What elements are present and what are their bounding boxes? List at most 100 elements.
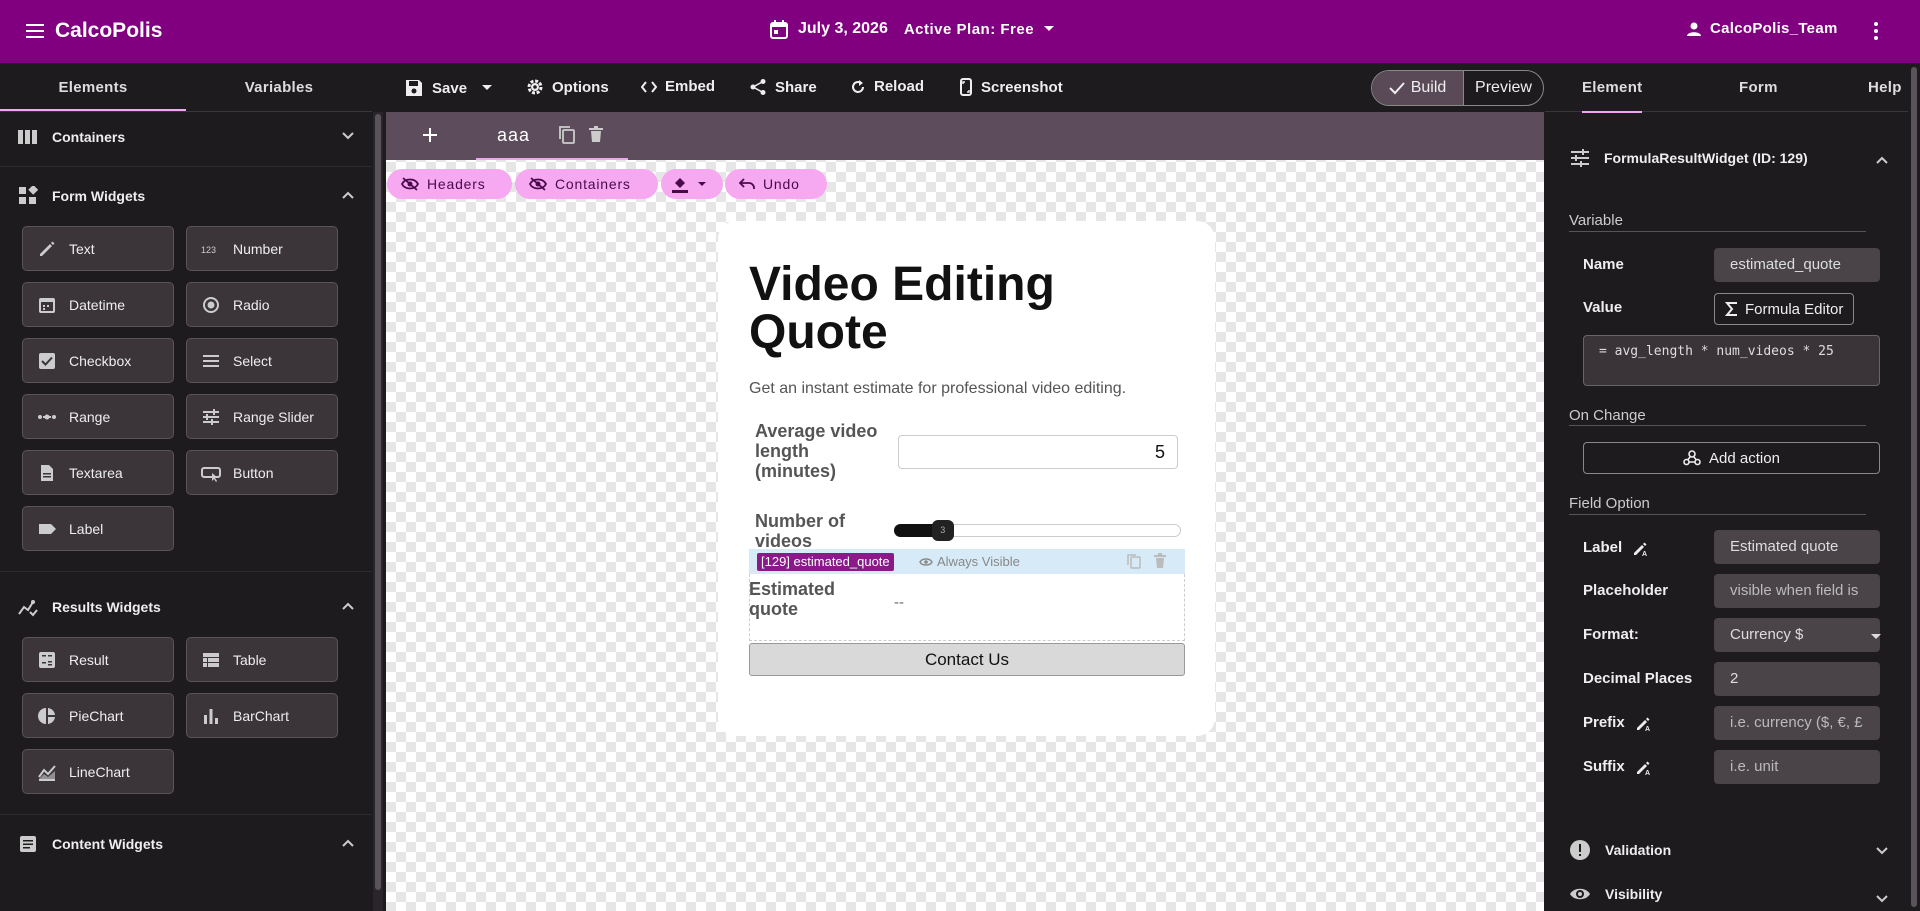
widget-barchart[interactable]: BarChart [186,693,338,738]
delete-icon[interactable] [588,125,604,143]
save-icon [404,78,424,98]
prefix-label: Prefix [1583,714,1625,731]
selected-widget-bar[interactable]: [129] estimated_quote Always Visible [749,549,1185,574]
page-tab[interactable]: aaa [476,112,628,160]
chevron-up-icon[interactable] [341,836,355,850]
reload-button[interactable]: Reload [850,78,924,95]
placeholder-input[interactable]: visible when field is [1714,574,1880,608]
app-title: CalcoPolis [55,19,163,42]
tab-elements[interactable]: Elements [0,63,186,111]
scrollbar-thumb[interactable] [375,114,381,890]
widget-barchart-label: BarChart [233,707,290,724]
build-button[interactable]: Build [1372,71,1464,105]
button-icon [201,463,221,483]
divider [0,166,372,167]
preview-button[interactable]: Preview [1464,71,1543,105]
user-menu[interactable]: CalcoPolis_Team [1686,20,1838,37]
section-results-widgets[interactable]: Results Widgets [0,582,372,632]
suffix-input[interactable]: i.e. unit [1714,750,1880,784]
share-button[interactable]: Share [749,78,817,96]
undo-label: Undo [763,176,800,192]
tab-form[interactable]: Form [1739,79,1778,96]
widget-select[interactable]: Select [186,338,338,383]
widget-textarea[interactable]: Textarea [22,450,174,495]
calendar-icon[interactable] [768,18,790,40]
sliders-icon [201,407,221,427]
format-select[interactable]: Currency $ [1714,618,1880,652]
delete-icon[interactable] [1153,553,1167,569]
formula-editor-label: Formula Editor [1745,300,1844,318]
color-fill-chip[interactable] [661,169,723,199]
widget-linechart[interactable]: LineChart [22,749,174,794]
menu-icon[interactable] [24,20,46,42]
widget-button[interactable]: Button [186,450,338,495]
chevron-up-icon[interactable] [341,188,355,202]
screenshot-button[interactable]: Screenshot [959,78,1063,96]
formula-editor-button[interactable]: Formula Editor [1714,293,1854,325]
left-panel-scrollbar[interactable] [373,112,383,911]
widget-checkbox[interactable]: Checkbox [22,338,174,383]
add-page-icon[interactable] [420,125,440,145]
tune-icon [1570,149,1590,167]
label-input[interactable]: Estimated quote [1714,530,1880,564]
widget-radio[interactable]: Radio [186,282,338,327]
widget-datetime[interactable]: Datetime [22,282,174,327]
toggle-containers-chip[interactable]: Containers [515,169,658,199]
current-date[interactable]: July 3, 2026 [798,20,888,38]
section-containers-label: Containers [52,129,126,145]
formula-textarea[interactable]: = avg_length * num_videos * 25 [1583,335,1880,386]
widget-range[interactable]: Range [22,394,174,439]
widget-result[interactable]: Result [22,637,174,682]
active-plan[interactable]: Active Plan: Free [904,21,1034,38]
edit-translate-icon[interactable]: A [1632,540,1650,556]
chevron-down-icon[interactable] [1875,892,1889,906]
decimal-places-input[interactable]: 2 [1714,662,1880,696]
prefix-input[interactable]: i.e. currency ($, €, £ [1714,706,1880,740]
section-content-widgets[interactable]: Content Widgets [0,819,372,869]
more-vert-icon[interactable] [1872,20,1880,42]
tab-variables[interactable]: Variables [186,63,372,111]
add-action-button[interactable]: Add action [1583,442,1880,474]
section-containers[interactable]: Containers [0,112,372,162]
edit-translate-icon[interactable]: A [1635,759,1653,775]
copy-icon[interactable] [1126,553,1142,570]
gear-icon [526,78,544,96]
code-icon [641,80,657,94]
build-label: Build [1410,79,1447,96]
save-button[interactable]: Save [404,78,493,98]
contact-us-button[interactable]: Contact Us [749,643,1185,676]
edit-translate-icon[interactable]: A [1635,715,1653,731]
add-action-label: Add action [1709,449,1780,467]
format-dropdown-icon[interactable] [1870,633,1882,641]
num-videos-slider-thumb[interactable]: 3 [931,520,954,541]
widget-label[interactable]: Label [22,506,174,551]
embed-button[interactable]: Embed [641,78,715,95]
scrollbar-thumb[interactable] [1911,67,1917,907]
section-form-widgets[interactable]: Form Widgets [0,171,372,221]
widget-piechart[interactable]: PieChart [22,693,174,738]
widget-text[interactable]: Text [22,226,174,271]
widget-header[interactable]: FormulaResultWidget (ID: 129) [1570,149,1808,167]
chevron-down-icon[interactable] [1875,844,1889,858]
name-input[interactable]: estimated_quote [1714,248,1880,282]
validation-section[interactable]: Validation [1569,839,1671,861]
divider [1569,514,1866,515]
tab-element[interactable]: Element [1582,79,1643,113]
toggle-headers-chip[interactable]: Headers [387,169,512,199]
tab-help[interactable]: Help [1868,79,1902,96]
plan-dropdown-icon[interactable] [1042,24,1056,34]
options-button[interactable]: Options [526,78,609,96]
right-panel-scrollbar[interactable] [1908,63,1920,911]
widget-table[interactable]: Table [186,637,338,682]
svg-text:123: 123 [201,245,216,255]
widget-range-slider[interactable]: Range Slider [186,394,338,439]
chevron-up-icon[interactable] [1875,153,1889,167]
chevron-down-icon[interactable] [341,129,355,143]
copy-icon[interactable] [558,125,576,145]
avg-length-input[interactable]: 5 [898,435,1178,469]
visibility-section[interactable]: Visibility [1569,886,1662,902]
undo-chip[interactable]: Undo [725,169,827,199]
widget-number[interactable]: 123 Number [186,226,338,271]
chevron-up-icon[interactable] [341,599,355,613]
label-prop: Label A [1583,539,1650,556]
